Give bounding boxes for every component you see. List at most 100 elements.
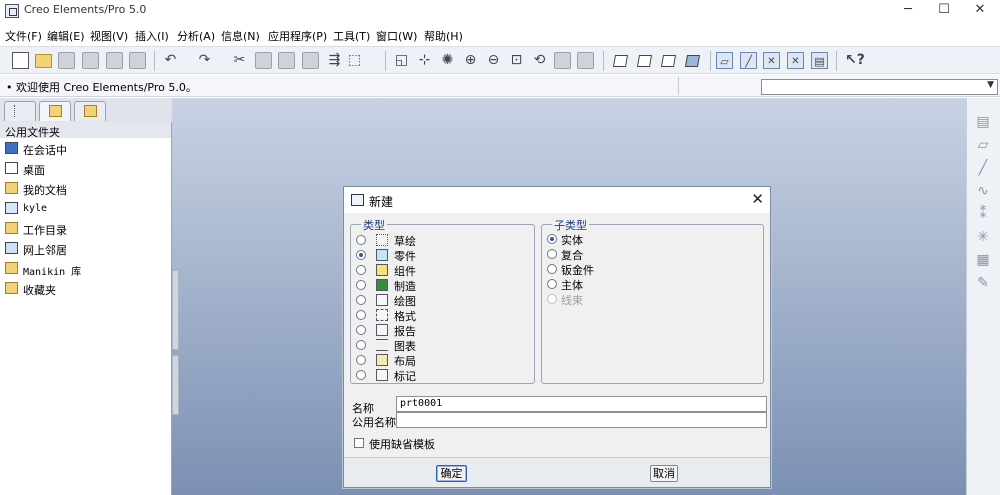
tab-folder-browser[interactable] [39,101,71,121]
name-field[interactable]: prt0001 [396,396,767,412]
window-title: Creo Elements/Pro 5.0 [24,3,147,16]
cancel-button[interactable]: 取消 [650,465,678,482]
subtype-radio-composite[interactable] [547,249,557,259]
menu-tools[interactable]: 工具(T) [333,28,370,44]
selection-box-icon[interactable]: ⬚ [346,52,363,69]
context-help-icon[interactable]: ↖? [845,52,865,69]
folder-icon [5,222,18,234]
navigator-splitter-handle[interactable] [172,355,179,415]
wireframe-icon[interactable] [612,55,629,67]
paste-special-icon[interactable] [302,52,319,69]
datum-plane-tool-icon[interactable]: ▤ [973,112,993,132]
type-radio-drawing[interactable] [356,295,366,305]
tab-favorites[interactable] [74,101,106,121]
close-icon[interactable]: ✕ [751,190,764,208]
undo-icon[interactable]: ↶ [162,52,179,69]
type-radio-report[interactable] [356,325,366,335]
type-radio-sketch[interactable] [356,235,366,245]
orient-mode-icon[interactable]: ✺ [439,52,456,69]
minimize-icon[interactable]: ─ [892,0,924,22]
markup-icon [376,369,388,381]
sketch-icon [376,234,388,246]
menu-edit[interactable]: 编辑(E) [47,28,85,44]
type-radio-layout[interactable] [356,355,366,365]
close-icon[interactable]: ✕ [964,0,996,22]
subtype-radio-harness [547,294,557,304]
app-icon [5,4,19,18]
type-radio-manufacturing[interactable] [356,280,366,290]
diagram-icon [376,339,388,351]
menu-info[interactable]: 信息(N) [221,28,260,44]
sketch-tool-icon[interactable]: ✎ [973,273,993,293]
type-radio-part[interactable] [356,250,366,260]
tab-model-tree[interactable] [4,101,36,121]
csys-tool-icon[interactable]: ✳ [973,227,993,247]
regenerate-icon[interactable]: ⇶ [326,52,343,69]
menu-file[interactable]: 文件(F) [5,28,42,44]
menu-help[interactable]: 帮助(H) [424,28,463,44]
subtype-radio-bulk[interactable] [547,279,557,289]
datum-planes-icon[interactable]: ▱ [716,52,733,69]
use-default-template-checkbox[interactable] [354,438,364,448]
datum-points-icon[interactable]: ✕ [763,52,780,69]
folder-icon [5,262,18,274]
type-radio-diagram[interactable] [356,340,366,350]
layers-icon[interactable] [577,52,594,69]
navigator-splitter-handle[interactable] [172,270,179,350]
type-group-label: 类型 [361,217,387,233]
subtype-radio-solid[interactable] [547,234,557,244]
zoom-out-icon[interactable]: ⊖ [485,52,502,69]
title-bar: Creo Elements/Pro 5.0 ─ ☐ ✕ [0,0,1000,22]
hidden-line-icon[interactable] [636,55,653,67]
menu-insert[interactable]: 插入(I) [135,28,169,44]
save-icon[interactable] [58,52,75,69]
datum-axes-icon[interactable]: ╱ [740,52,757,69]
dialog-title: 新建 [369,195,394,209]
paste-icon[interactable] [278,52,295,69]
menu-analysis[interactable]: 分析(A) [177,28,215,44]
type-radio-markup[interactable] [356,370,366,380]
filter-select[interactable]: ▼ [761,79,998,95]
ok-button[interactable]: 确定 [436,465,467,482]
desktop-icon [5,162,18,174]
coordinate-systems-icon[interactable]: ✕ [787,52,804,69]
status-message: • 欢迎使用 Creo Elements/Pro 5.0。 [6,81,197,94]
plane-tool-icon[interactable]: ▱ [973,135,993,155]
subtype-radio-sheetmetal[interactable] [547,264,557,274]
axis-tool-icon[interactable]: ╱ [973,158,993,178]
reorient-icon[interactable]: ⟲ [531,52,548,69]
point-tool-icon[interactable]: ⁑ [973,204,993,224]
subtype-label: 复合 [561,249,583,262]
type-radio-format[interactable] [356,310,366,320]
type-radio-assembly[interactable] [356,265,366,275]
send-mail-icon[interactable] [106,52,123,69]
refit-icon[interactable]: ⊡ [508,52,525,69]
annotations-icon[interactable]: ▤ [811,52,828,69]
menu-bar: 文件(F) 编辑(E) 视图(V) 插入(I) 分析(A) 信息(N) 应用程序… [0,26,1000,44]
analysis-tool-icon[interactable]: ▦ [973,250,993,270]
cut-icon[interactable]: ✂ [231,52,248,69]
new-file-icon[interactable] [12,52,29,69]
use-default-template-label: 使用缺省模板 [369,438,435,451]
zoom-in-icon[interactable]: ⊕ [462,52,479,69]
repaint-icon[interactable]: ◱ [393,52,410,69]
maximize-icon[interactable]: ☐ [928,0,960,22]
menu-window[interactable]: 窗口(W) [376,28,417,44]
copy-icon[interactable] [255,52,272,69]
feature-toolbar: ▤ ▱ ╱ ∿ ⁑ ✳ ▦ ✎ [966,98,1000,495]
menu-view[interactable]: 视图(V) [90,28,128,44]
shading-icon[interactable] [684,55,701,67]
no-hidden-icon[interactable] [660,55,677,67]
curve-tool-icon[interactable]: ∿ [973,181,993,201]
open-folder-icon[interactable] [35,54,52,68]
new-dialog: 新建 ✕ 类型 草绘 零件 组件 制造 绘图 格式 报告 图表 布局 标记 子类… [343,186,771,488]
folder-icon [5,182,18,194]
layout-icon [376,354,388,366]
redo-icon[interactable]: ↷ [196,52,213,69]
menu-applications[interactable]: 应用程序(P) [268,28,327,44]
common-name-field[interactable] [396,412,767,428]
send-link-icon[interactable] [129,52,146,69]
print-icon[interactable] [82,52,99,69]
saved-views-icon[interactable] [554,52,571,69]
spin-center-icon[interactable]: ⊹ [416,52,433,69]
